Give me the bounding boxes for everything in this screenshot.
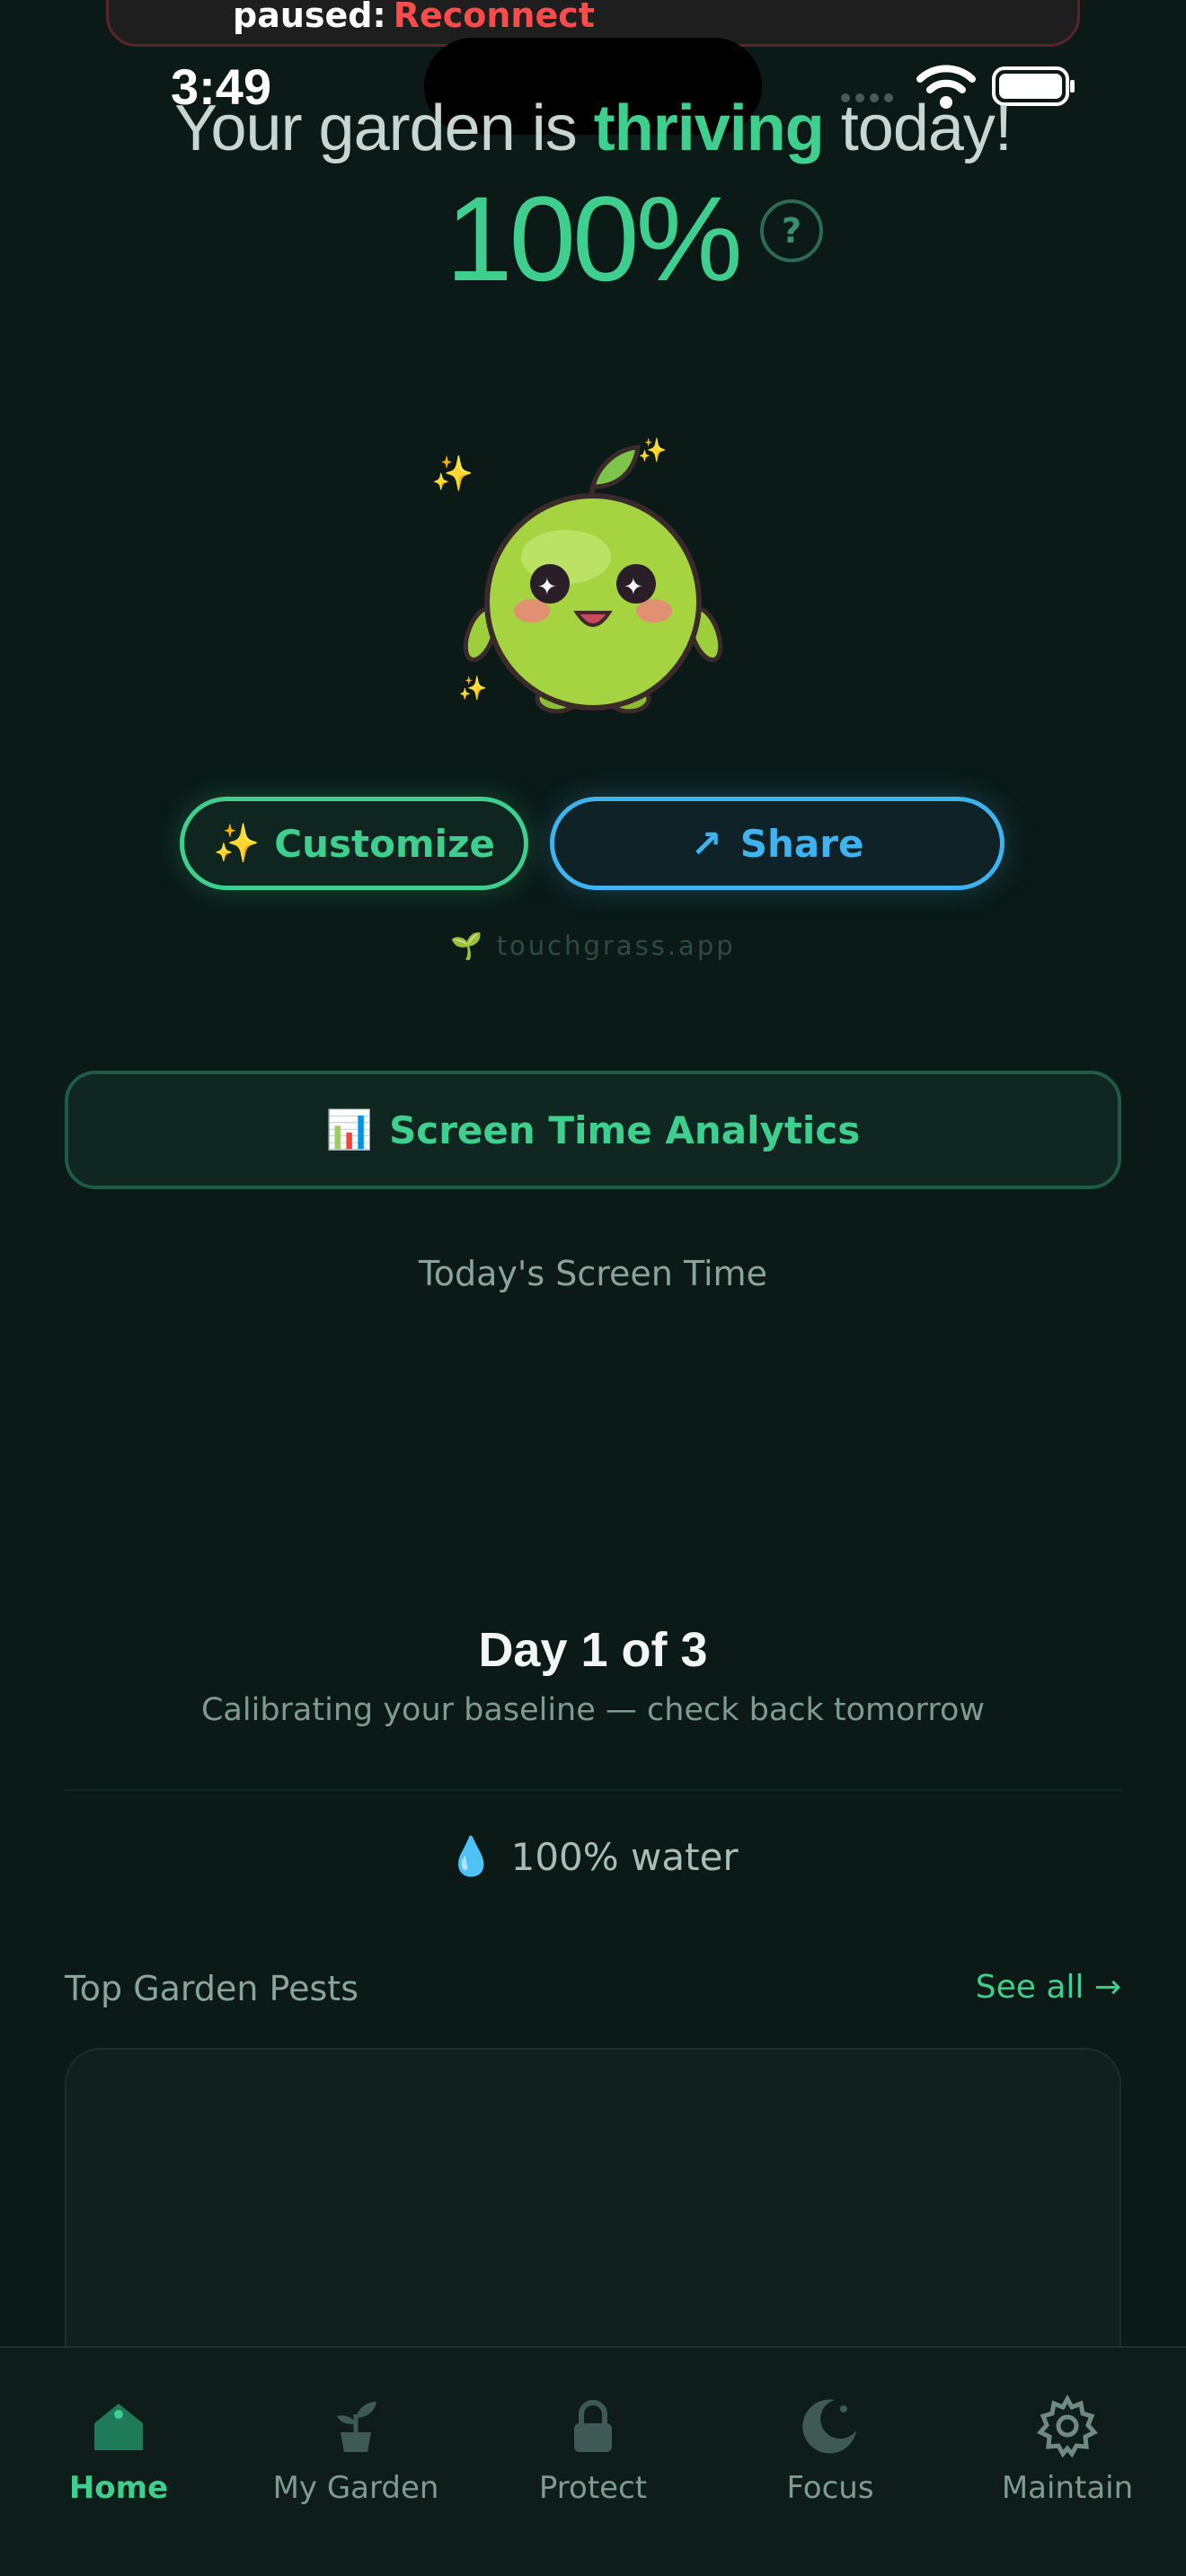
home-icon (94, 2404, 143, 2450)
tab-maintain[interactable]: Maintain (960, 2395, 1175, 2506)
help-button[interactable]: ? (760, 199, 823, 262)
tab-protect[interactable]: Protect (485, 2395, 701, 2506)
garden-health-percent: 100% (446, 172, 743, 306)
tab-focus-label: Focus (786, 2470, 874, 2506)
plant-mascot: ✨ ✨ ✨ ✦ ✦ (431, 437, 723, 714)
water-level-text: 100% water (510, 1834, 739, 1879)
reconnect-link[interactable]: Reconnect (394, 0, 595, 35)
gear-icon (1036, 2395, 1099, 2457)
sparkles-icon: ✨ (212, 821, 261, 865)
banner-status-text: paused: (233, 0, 386, 35)
customize-button[interactable]: ✨ Customize (180, 797, 528, 890)
headline-suffix: today! (823, 93, 1013, 164)
svg-text:✦: ✦ (537, 574, 557, 601)
bar-chart-icon: 📊 (325, 1107, 374, 1151)
moon-icon (802, 2399, 856, 2454)
tab-my-garden[interactable]: My Garden (248, 2395, 464, 2506)
app-watermark: 🌱 touchgrass.app (0, 931, 1186, 962)
lock-icon (574, 2400, 612, 2452)
tab-home-label: Home (68, 2470, 169, 2506)
share-label: Share (739, 821, 864, 866)
calibration-subtitle: Calibrating your baseline — check back t… (200, 1692, 985, 1728)
top-pests-heading: Top Garden Pests (65, 1969, 358, 2008)
tab-my-garden-label: My Garden (272, 2470, 439, 2506)
tab-bar: Home My Garden Protect Focus Maintain (0, 2346, 1186, 2576)
see-all-link[interactable]: See all → (976, 1969, 1121, 2006)
share-button[interactable]: ↗ Share (550, 797, 1005, 890)
tab-focus[interactable]: Focus (722, 2395, 938, 2506)
water-level: 💧 100% water (0, 1834, 1186, 1879)
screen-time-analytics-button[interactable]: 📊 Screen Time Analytics (65, 1071, 1121, 1189)
sprout-icon: 🌱 (450, 931, 486, 961)
svg-text:✨: ✨ (431, 454, 474, 493)
analytics-label: Screen Time Analytics (389, 1107, 861, 1152)
sprout-icon (337, 2402, 376, 2452)
banner-message: paused: Reconnect (233, 0, 595, 35)
watermark-text: touchgrass.app (496, 931, 736, 961)
svg-text:✦: ✦ (624, 574, 643, 601)
app-screen: paused: Reconnect 3:49 Your garden is thr… (0, 0, 1186, 2576)
calibration-title: Day 1 of 3 (478, 1623, 708, 1677)
svg-text:✨: ✨ (638, 437, 667, 464)
headline-prefix: Your garden is (174, 93, 594, 164)
customize-label: Customize (274, 821, 496, 866)
headline-accent: thriving (593, 93, 825, 164)
share-arrow-icon: ↗ (690, 821, 722, 866)
svg-text:✨: ✨ (458, 675, 487, 702)
tab-protect-label: Protect (538, 2470, 648, 2506)
tab-maintain-label: Maintain (1001, 2470, 1134, 2506)
garden-status-headline: Your garden is thriving today! (0, 92, 1186, 165)
water-drop-icon: 💧 (447, 1834, 495, 1878)
tab-home[interactable]: Home (11, 2395, 226, 2506)
divider (65, 1789, 1121, 1791)
screen-time-heading: Today's Screen Time (419, 1254, 767, 1293)
